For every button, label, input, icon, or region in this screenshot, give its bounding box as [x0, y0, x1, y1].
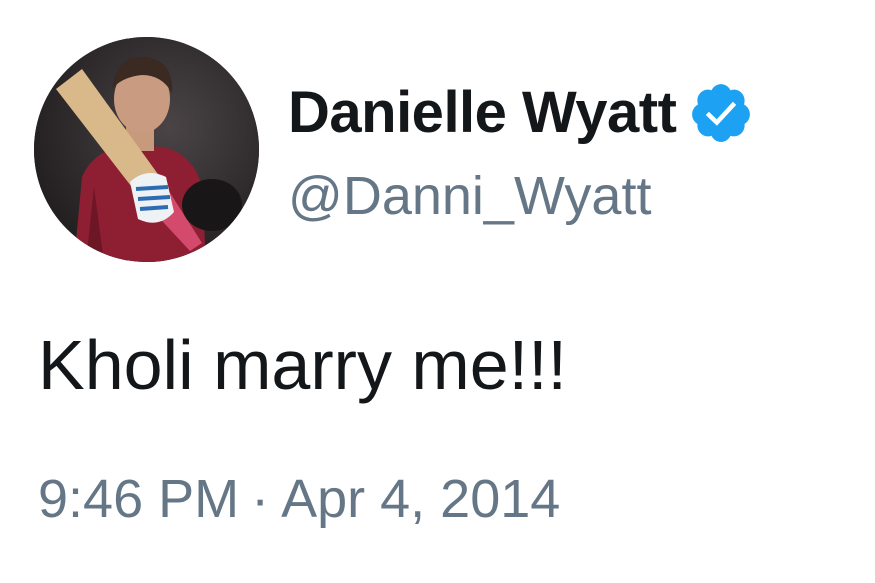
tweet-header: Danielle Wyatt @Danni_Wyatt [34, 37, 864, 262]
tweet-text: Kholi marry me!!! [38, 326, 567, 404]
user-names: Danielle Wyatt @Danni_Wyatt [288, 77, 754, 223]
display-name[interactable]: Danielle Wyatt [288, 84, 677, 142]
tweet-time[interactable]: 9:46 PM [38, 469, 239, 529]
user-handle[interactable]: @Danni_Wyatt [288, 169, 754, 223]
tweet-timestamp: 9:46 PM · Apr 4, 2014 [38, 472, 560, 526]
tweet-date[interactable]: Apr 4, 2014 [281, 469, 560, 529]
avatar[interactable] [34, 37, 259, 262]
tweet-card: Danielle Wyatt @Danni_Wyatt Kholi marry … [0, 0, 875, 583]
avatar-image [34, 37, 259, 262]
verified-badge-icon [688, 80, 754, 146]
timestamp-separator: · [251, 469, 270, 529]
display-name-row: Danielle Wyatt [288, 77, 754, 149]
